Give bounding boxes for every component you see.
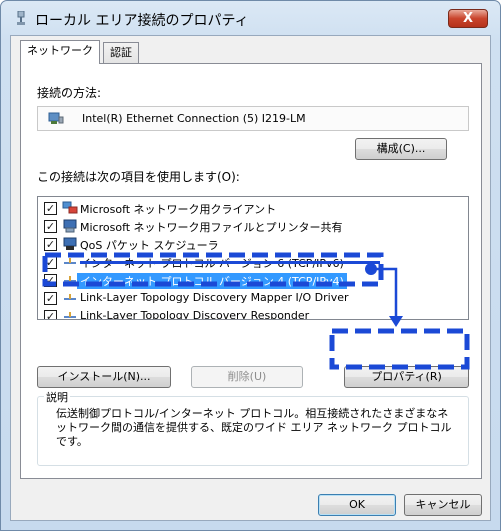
description-legend: 説明 <box>44 389 70 405</box>
cancel-button-label: キャンセル <box>415 498 471 511</box>
ok-button[interactable]: OK <box>318 494 396 516</box>
cancel-button[interactable]: キャンセル <box>404 494 482 516</box>
item-checkbox[interactable]: ✓ <box>44 292 57 305</box>
configure-button[interactable]: 構成(C)... <box>355 138 447 160</box>
title-bar: ローカル エリア接続のプロパティ X <box>1 1 500 35</box>
item-checkbox[interactable]: ✓ <box>44 274 57 287</box>
list-item[interactable]: ✓ QoS パケット スケジューラ <box>44 235 464 253</box>
list-item[interactable]: ✓ Microsoft ネットワーク用クライアント <box>44 199 464 217</box>
ok-button-label: OK <box>349 498 365 511</box>
uninstall-button[interactable]: 削除(U) <box>191 366 303 388</box>
qos-scheduler-icon <box>63 237 77 250</box>
item-checkbox[interactable]: ✓ <box>44 256 57 269</box>
network-connection-icon <box>17 11 25 25</box>
install-button-label: インストール(N)... <box>57 370 151 383</box>
list-item[interactable]: ✓ インターネット プロトコル バージョン 6 (TCP/IPv6) <box>44 253 464 271</box>
connect-using-label: 接続の方法: <box>37 86 102 100</box>
tab-network[interactable]: ネットワーク <box>20 40 100 64</box>
item-checkbox[interactable]: ✓ <box>44 238 57 251</box>
item-checkbox[interactable]: ✓ <box>44 310 57 319</box>
list-item-selected[interactable]: ✓ インターネット プロトコル バージョン 4 (TCP/IPv4) <box>44 271 464 289</box>
network-client-icon <box>62 201 78 214</box>
properties-button-label: プロパティ(R) <box>371 370 442 383</box>
description-group: 説明 伝送制御プロトコル/インターネット プロトコル。相互接続されたさまざまなネ… <box>37 389 469 466</box>
configure-button-label: 構成(C)... <box>376 142 426 155</box>
list-item[interactable]: ✓ Link-Layer Topology Discovery Responde… <box>44 307 464 320</box>
item-label: Link-Layer Topology Discovery Mapper I/O… <box>80 291 349 304</box>
properties-dialog: ローカル エリア接続のプロパティ X ネットワーク 認証 接続の方法: Inte… <box>0 0 501 531</box>
protocol-icon <box>64 276 76 282</box>
item-label: QoS パケット スケジューラ <box>80 239 219 252</box>
close-icon: X <box>462 11 474 26</box>
components-list[interactable]: ✓ Microsoft ネットワーク用クライアント ✓ Microsoft ネッ… <box>37 196 469 320</box>
description-text: 伝送制御プロトコル/インターネット プロトコル。相互接続されたさまざまなネットワ… <box>56 407 452 448</box>
item-label: Microsoft ネットワーク用ファイルとプリンター共有 <box>80 221 343 234</box>
annotation-strikethrough <box>80 261 380 264</box>
file-printer-sharing-icon <box>63 219 77 233</box>
protocol-icon <box>64 258 76 264</box>
adapter-field: Intel(R) Ethernet Connection (5) I219-LM <box>37 106 469 131</box>
list-item[interactable]: ✓ Microsoft ネットワーク用ファイルとプリンター共有 <box>44 217 464 235</box>
item-label: インターネット プロトコル バージョン 4 (TCP/IPv4) <box>77 273 347 289</box>
properties-button[interactable]: プロパティ(R) <box>344 366 469 388</box>
install-button[interactable]: インストール(N)... <box>37 366 171 388</box>
tab-network-label: ネットワーク <box>27 44 93 57</box>
close-button[interactable]: X <box>448 9 488 28</box>
uninstall-button-label: 削除(U) <box>227 370 267 383</box>
tab-authentication-label: 認証 <box>110 46 132 59</box>
items-label: この接続は次の項目を使用します(O): <box>37 170 240 184</box>
item-label: Link-Layer Topology Discovery Responder <box>80 309 310 320</box>
item-checkbox[interactable]: ✓ <box>44 202 57 215</box>
dialog-client-area: ネットワーク 認証 接続の方法: Intel(R) Ethernet Conne… <box>10 35 491 521</box>
protocol-icon <box>64 312 76 318</box>
network-adapter-icon <box>48 112 64 124</box>
item-label: Microsoft ネットワーク用クライアント <box>80 203 277 216</box>
network-tab-panel: 接続の方法: Intel(R) Ethernet Connection (5) … <box>20 63 482 479</box>
adapter-name: Intel(R) Ethernet Connection (5) I219-LM <box>82 112 306 125</box>
protocol-icon <box>64 294 76 300</box>
list-item[interactable]: ✓ Link-Layer Topology Discovery Mapper I… <box>44 289 464 307</box>
item-checkbox[interactable]: ✓ <box>44 220 57 233</box>
window-title: ローカル エリア接続のプロパティ <box>35 13 249 29</box>
tab-authentication[interactable]: 認証 <box>103 42 139 64</box>
